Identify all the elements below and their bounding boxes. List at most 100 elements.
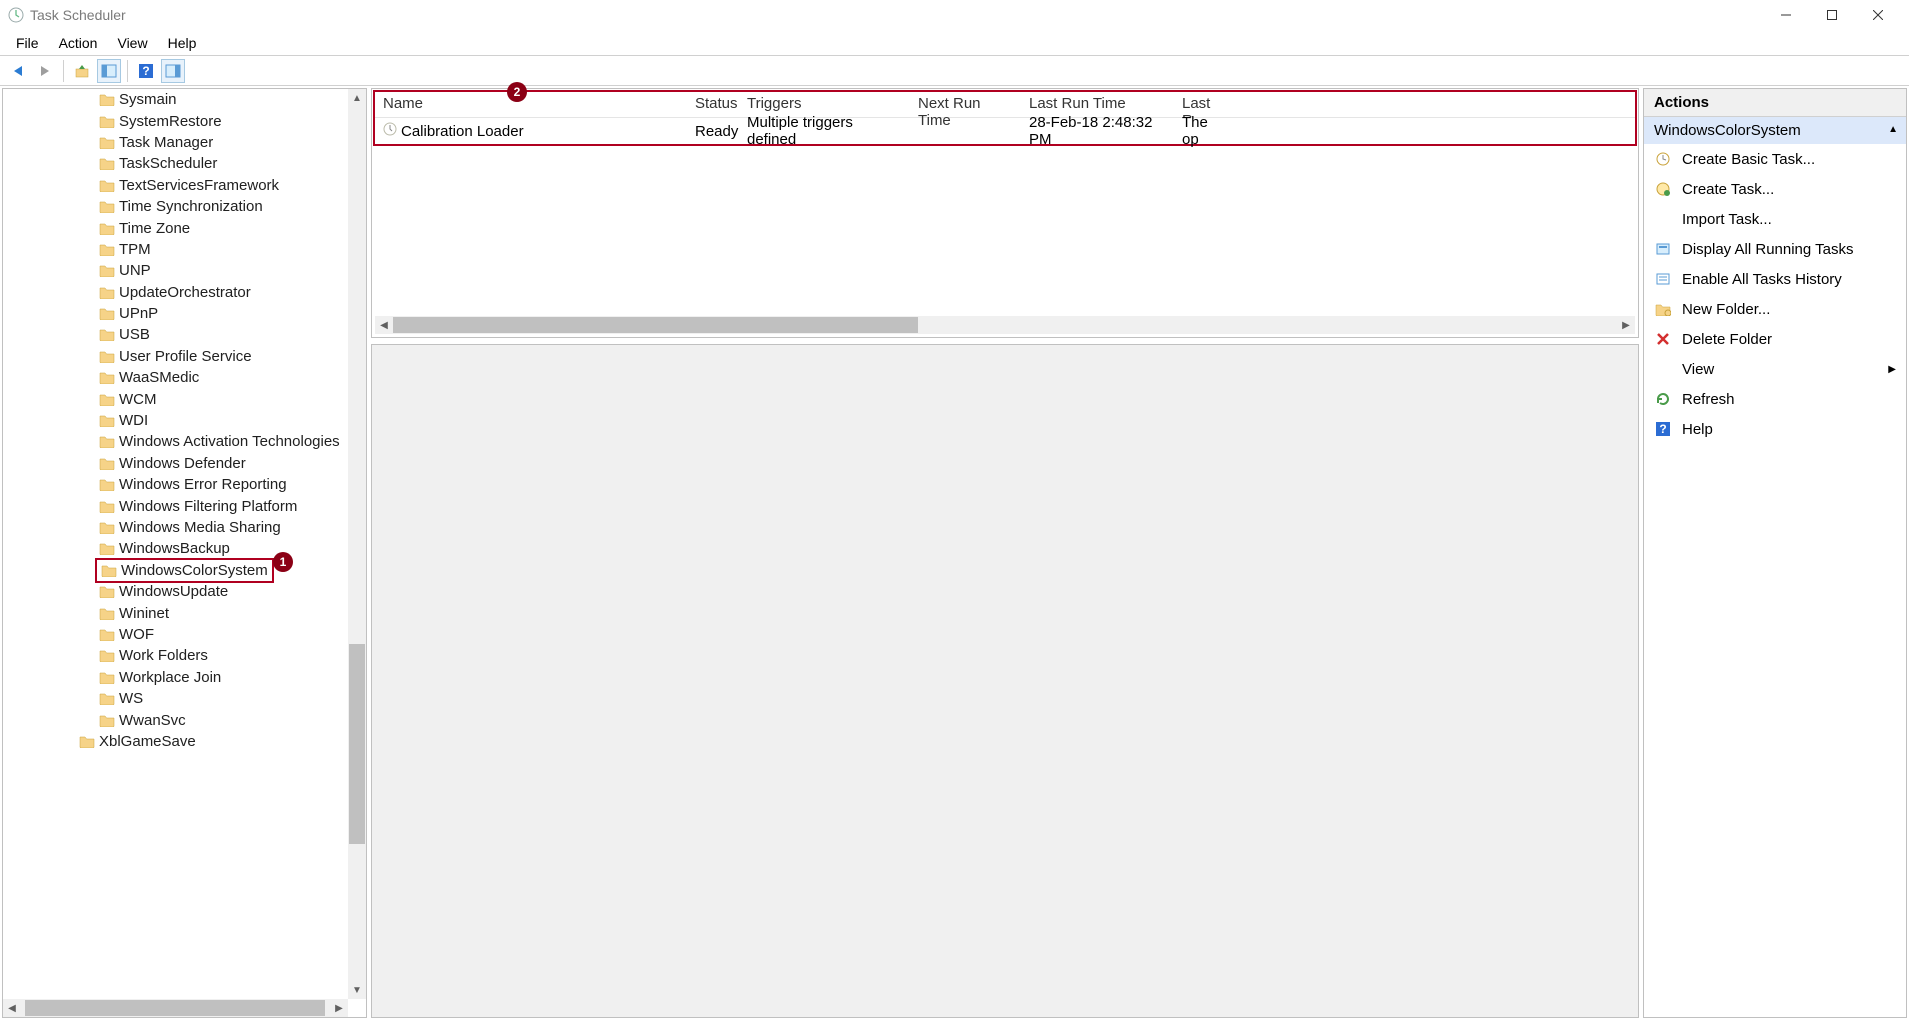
main-area: Sysmain SystemRestore Task Manager TaskSche… bbox=[0, 86, 1909, 1020]
menu-view[interactable]: View bbox=[107, 32, 157, 54]
tree-item-wof[interactable]: WOF bbox=[3, 624, 348, 645]
collapse-arrow-icon: ▲ bbox=[1888, 124, 1898, 135]
action-import-task[interactable]: Import Task... bbox=[1644, 204, 1906, 234]
folder-icon bbox=[99, 521, 115, 534]
tree-item-label: Windows Filtering Platform bbox=[119, 498, 297, 515]
tree-item-windows-filtering-platform[interactable]: Windows Filtering Platform bbox=[3, 495, 348, 516]
action-new-folder[interactable]: New Folder... bbox=[1644, 294, 1906, 324]
tree-item-work-folders[interactable]: Work Folders bbox=[3, 645, 348, 666]
tree-item-label: XblGameSave bbox=[99, 733, 196, 750]
tree-item-wdi[interactable]: WDI bbox=[3, 410, 348, 431]
app-icon bbox=[8, 7, 24, 23]
folder-icon bbox=[99, 264, 115, 277]
tree-item-workplace-join[interactable]: Workplace Join bbox=[3, 667, 348, 688]
back-button[interactable] bbox=[6, 59, 30, 83]
tree-item-unp[interactable]: UNP bbox=[3, 260, 348, 281]
tree-item-ws[interactable]: WS bbox=[3, 688, 348, 709]
tree-item-label: Task Manager bbox=[119, 134, 213, 151]
tree-item-waasmedic[interactable]: WaaSMedic bbox=[3, 367, 348, 388]
show-hide-console-tree-button[interactable] bbox=[97, 59, 121, 83]
tree-item-task-manager[interactable]: Task Manager bbox=[3, 132, 348, 153]
action-create-basic-task[interactable]: Create Basic Task... bbox=[1644, 144, 1906, 174]
tree-item-taskscheduler[interactable]: TaskScheduler bbox=[3, 153, 348, 174]
blank-icon bbox=[1654, 210, 1672, 228]
tree-item-windowsbackup[interactable]: WindowsBackup bbox=[3, 538, 348, 559]
menu-action[interactable]: Action bbox=[49, 32, 108, 54]
minimize-button[interactable] bbox=[1763, 0, 1809, 30]
tree-item-windowscolorsystem[interactable]: WindowsColorSystem bbox=[3, 560, 348, 581]
scrollbar-thumb[interactable] bbox=[393, 317, 918, 333]
task-row[interactable]: Calibration Loader Ready Multiple trigge… bbox=[375, 118, 1635, 144]
tree-item-label: TextServicesFramework bbox=[119, 177, 279, 194]
help-toolbar-button[interactable]: ? bbox=[134, 59, 158, 83]
tree-item-windows-error-reporting[interactable]: Windows Error Reporting bbox=[3, 474, 348, 495]
tree-item-updateorchestrator[interactable]: UpdateOrchestrator bbox=[3, 282, 348, 303]
tree-item-wwansvc[interactable]: WwanSvc bbox=[3, 709, 348, 730]
tree-horizontal-scrollbar[interactable]: ◀ ▶ bbox=[3, 999, 348, 1017]
svg-text:?: ? bbox=[142, 64, 149, 78]
action-item-label: Import Task... bbox=[1682, 211, 1772, 228]
tree-item-label: Work Folders bbox=[119, 647, 208, 664]
folder-icon bbox=[79, 735, 95, 748]
tree-item-label: Windows Defender bbox=[119, 455, 246, 472]
folder-icon bbox=[99, 478, 115, 491]
menu-help[interactable]: Help bbox=[158, 32, 207, 54]
up-one-level-button[interactable] bbox=[70, 59, 94, 83]
tree-item-textservicesframework[interactable]: TextServicesFramework bbox=[3, 175, 348, 196]
tree-item-wcm[interactable]: WCM bbox=[3, 388, 348, 409]
blank-icon bbox=[1654, 360, 1672, 378]
action-refresh[interactable]: Refresh bbox=[1644, 384, 1906, 414]
actions-group-header[interactable]: WindowsColorSystem ▲ bbox=[1644, 117, 1906, 144]
maximize-button[interactable] bbox=[1809, 0, 1855, 30]
column-header-next-run[interactable]: Next Run Time bbox=[910, 92, 1021, 117]
tree-item-windows-defender[interactable]: Windows Defender bbox=[3, 453, 348, 474]
tree-item-user-profile-service[interactable]: User Profile Service bbox=[3, 346, 348, 367]
tree-item-label: Sysmain bbox=[119, 91, 177, 108]
create-basic-task-icon bbox=[1654, 150, 1672, 168]
actions-pane: Actions WindowsColorSystem ▲ Create Basi… bbox=[1643, 88, 1907, 1018]
tree-item-systemrestore[interactable]: SystemRestore bbox=[3, 110, 348, 131]
action-view[interactable]: View▶ bbox=[1644, 354, 1906, 384]
tree-item-label: UPnP bbox=[119, 305, 158, 322]
tree-item-usb[interactable]: USB bbox=[3, 324, 348, 345]
scrollbar-thumb[interactable] bbox=[25, 1000, 325, 1016]
tree-item-windowsupdate[interactable]: WindowsUpdate bbox=[3, 581, 348, 602]
menu-file[interactable]: File bbox=[6, 32, 49, 54]
tree-item-time-zone[interactable]: Time Zone bbox=[3, 217, 348, 238]
show-hide-action-pane-button[interactable] bbox=[161, 59, 185, 83]
tree-item-label: WDI bbox=[119, 412, 148, 429]
actions-group-label: WindowsColorSystem bbox=[1654, 122, 1801, 139]
scrollbar-thumb[interactable] bbox=[349, 644, 365, 844]
tree-item-label: Time Synchronization bbox=[119, 198, 263, 215]
action-display-all-running-tasks[interactable]: Display All Running Tasks bbox=[1644, 234, 1906, 264]
action-delete-folder[interactable]: Delete Folder bbox=[1644, 324, 1906, 354]
tree-item-wininet[interactable]: Wininet bbox=[3, 602, 348, 623]
tree-item-sysmain[interactable]: Sysmain bbox=[3, 89, 348, 110]
enable-history-icon bbox=[1654, 270, 1672, 288]
tree-item-windows-activation-technologies[interactable]: Windows Activation Technologies bbox=[3, 431, 348, 452]
action-item-label: Create Task... bbox=[1682, 181, 1774, 198]
forward-button[interactable] bbox=[33, 59, 57, 83]
tree-item-xblgamesave[interactable]: XblGameSave bbox=[3, 731, 348, 752]
tree-list[interactable]: Sysmain SystemRestore Task Manager TaskSche… bbox=[3, 89, 348, 999]
folder-icon bbox=[99, 671, 115, 684]
action-item-label: Help bbox=[1682, 421, 1713, 438]
tree-item-time-synchronization[interactable]: Time Synchronization bbox=[3, 196, 348, 217]
action-enable-all-tasks-history[interactable]: Enable All Tasks History bbox=[1644, 264, 1906, 294]
tree-item-label: USB bbox=[119, 326, 150, 343]
tree-vertical-scrollbar[interactable]: ▲ ▼ bbox=[348, 89, 366, 999]
action-create-task[interactable]: Create Task... bbox=[1644, 174, 1906, 204]
close-button[interactable] bbox=[1855, 0, 1901, 30]
action-item-label: Create Basic Task... bbox=[1682, 151, 1815, 168]
tree-item-label: Windows Activation Technologies bbox=[119, 433, 340, 450]
column-header-status[interactable]: Status bbox=[687, 92, 739, 117]
tree-item-label: TaskScheduler bbox=[119, 155, 217, 172]
action-help[interactable]: ?Help bbox=[1644, 414, 1906, 444]
tree-item-tpm[interactable]: TPM bbox=[3, 239, 348, 260]
task-detail-pane bbox=[371, 344, 1639, 1018]
tree-item-windows-media-sharing[interactable]: Windows Media Sharing bbox=[3, 517, 348, 538]
tree-item-upnp[interactable]: UPnP bbox=[3, 303, 348, 324]
column-header-name[interactable]: Name bbox=[375, 92, 687, 117]
task-list-horizontal-scrollbar[interactable]: ◀ ▶ bbox=[375, 316, 1635, 334]
folder-icon bbox=[101, 564, 117, 577]
